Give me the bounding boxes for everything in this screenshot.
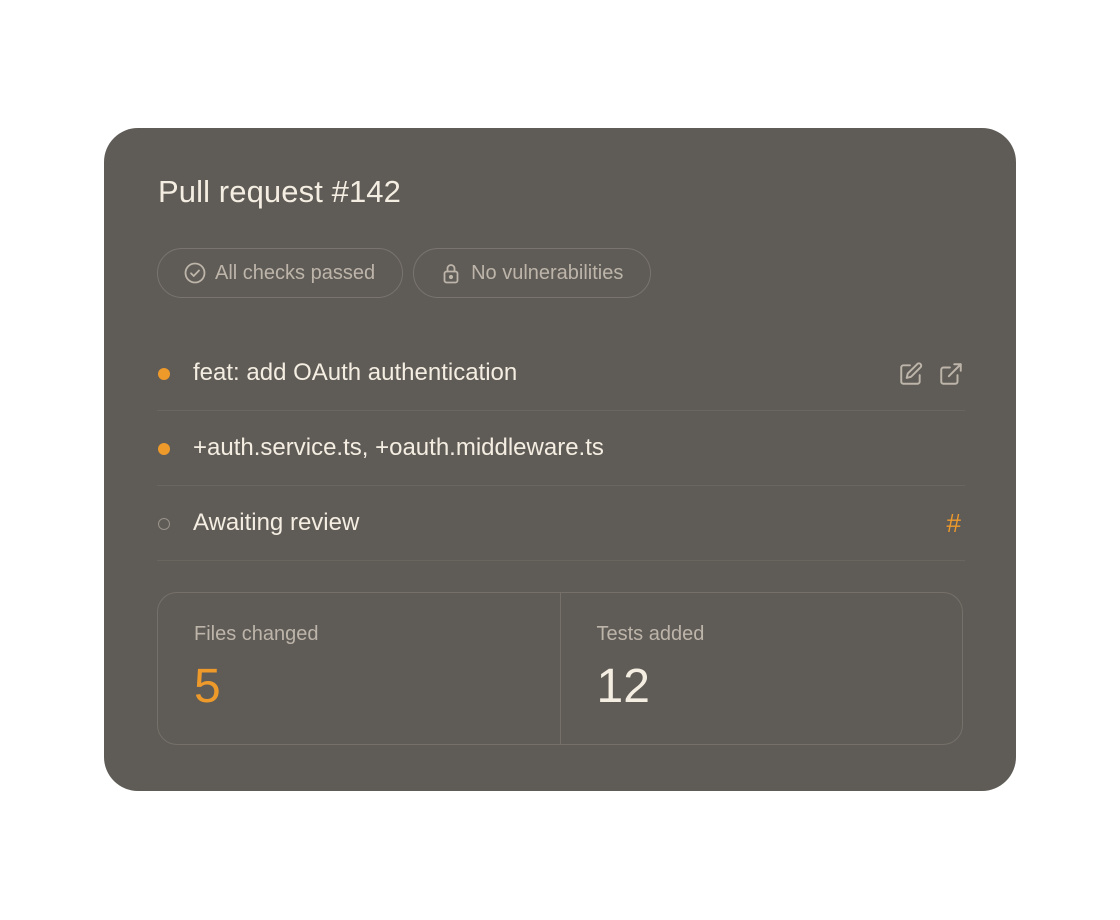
external-link-icon[interactable] [937,360,965,388]
lock-icon [439,261,463,285]
checks-passed-badge: All checks passed [157,248,404,298]
pull-request-card: Pull request #142 All checks passed No v… [104,128,1016,791]
stat-files-changed: Files changed 5 [158,593,560,744]
status-dot-active [158,443,170,455]
badge-group: All checks passed No vulnerabilities [157,248,652,298]
list-item: Awaiting review # [157,486,965,561]
status-dot-active [158,368,170,380]
stat-value: 12 [596,660,650,713]
stat-value: 5 [194,660,221,713]
list-item: feat: add OAuth authentication [157,336,965,411]
check-circle-icon [183,261,207,285]
edit-icon[interactable] [897,360,925,388]
badge-label: All checks passed [215,261,376,284]
commit-message: feat: add OAuth authentication [193,359,518,386]
badge-label: No vulnerabilities [471,261,624,284]
review-status: Awaiting review [193,509,360,536]
stat-label: Files changed [194,623,319,645]
stat-tests-added: Tests added 12 [559,593,963,744]
stats-panel: Files changed 5 Tests added 12 [157,592,963,745]
stat-label: Tests added [596,623,705,645]
changed-files-summary: +auth.service.ts, +oauth.middleware.ts [193,434,604,461]
row-actions [897,360,965,388]
list-item: +auth.service.ts, +oauth.middleware.ts [157,411,965,486]
card-title: Pull request #142 [158,174,401,209]
activity-list: feat: add OAuth authentication +auth.ser… [157,336,965,561]
status-dot-pending [158,518,170,530]
no-vulnerabilities-badge: No vulnerabilities [413,248,652,298]
hash-link[interactable]: # [947,508,961,539]
